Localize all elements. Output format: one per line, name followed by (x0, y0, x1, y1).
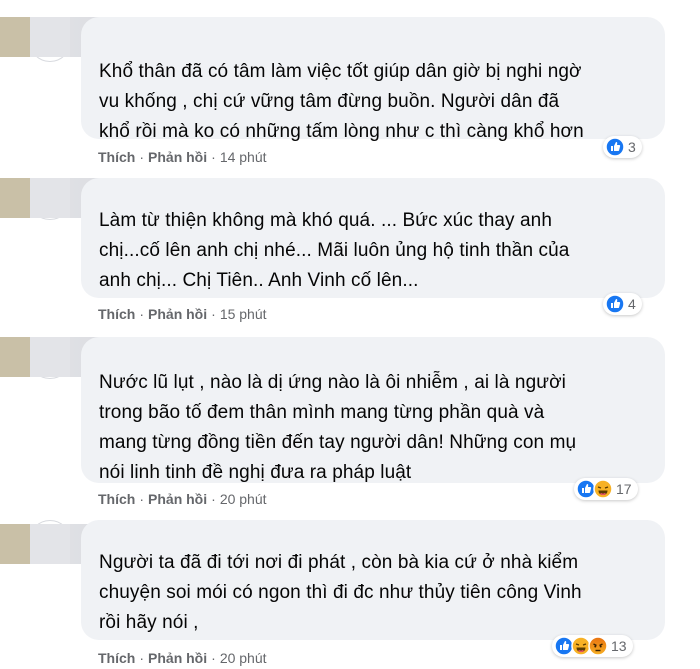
comment-actions: Thích · Phản hồi · 14 phút (98, 149, 267, 165)
comment-bubble: Nước lũ lụt , nào là dị ứng nào là ôi nh… (81, 337, 665, 483)
comment-timestamp[interactable]: 14 phút (220, 149, 267, 165)
reply-link[interactable]: Phản hồi (148, 149, 207, 165)
like-link[interactable]: Thích (98, 149, 135, 165)
reaction-count: 17 (616, 481, 632, 497)
comment-timestamp[interactable]: 20 phút (220, 491, 267, 507)
comment-text-line: Khổ thân đã có tâm làm việc tốt giúp dân… (99, 61, 582, 82)
comment-bubble: Người ta đã đi tới nơi đi phát , còn bà … (81, 520, 665, 640)
reply-link[interactable]: Phản hồi (148, 306, 207, 322)
comment-text-line: Người ta đã đi tới nơi đi phát , còn bà … (99, 552, 579, 573)
comment-actions: Thích · Phản hồi · 15 phút (98, 306, 267, 322)
reply-link[interactable]: Phản hồi (148, 491, 207, 507)
comment-text-line: anh chị... Chị Tiên.. Anh Vinh cố lên... (99, 270, 419, 291)
comment-text-line: mang từng đồng tiền đến tay người dân! N… (99, 432, 577, 453)
reaction-count: 3 (628, 139, 636, 155)
comment-text-line: trong bão tố đem thân mình mang từng phầ… (99, 402, 545, 423)
comment-text-line: vu khống , chị cứ vững tâm đừng buồn. Ng… (99, 91, 560, 112)
reaction-summary[interactable]: 17 (574, 478, 638, 500)
haha-icon (593, 479, 613, 499)
comment-text-line: rồi hãy nói , (99, 612, 199, 633)
comment-bubble: Khổ thân đã có tâm làm việc tốt giúp dân… (81, 17, 665, 142)
comment-timestamp[interactable]: 15 phút (220, 306, 267, 322)
reaction-summary[interactable]: 4 (603, 293, 642, 315)
comment-text-line: chị...cố lên anh chị nhé... Mãi luôn ủng… (99, 240, 570, 261)
reaction-count: 13 (611, 638, 627, 654)
comment-text-line: nói linh tinh đề nghị đưa ra pháp luật (99, 462, 412, 483)
reply-link[interactable]: Phản hồi (148, 650, 207, 666)
comment-bubble: Làm từ thiện không mà khó quá. ... Bức x… (81, 178, 665, 298)
comment-actions: Thích · Phản hồi · 20 phút (98, 650, 267, 666)
like-link[interactable]: Thích (98, 650, 135, 666)
comment-text-line: khổ rồi mà ko có những tấm lòng như c th… (99, 121, 584, 142)
comment-text-line: chuyện soi mói có ngon thì đi đc như thủ… (99, 582, 582, 603)
reaction-summary[interactable]: 3 (603, 136, 642, 158)
angry-icon (588, 636, 608, 656)
reaction-count: 4 (628, 296, 636, 312)
like-icon (605, 137, 625, 157)
comment-text-line: Nước lũ lụt , nào là dị ứng nào là ôi nh… (99, 372, 566, 393)
comment-timestamp[interactable]: 20 phút (220, 650, 267, 666)
like-icon (605, 294, 625, 314)
comment-actions: Thích · Phản hồi · 20 phút (98, 491, 267, 507)
reaction-summary[interactable]: 13 (552, 635, 633, 657)
like-link[interactable]: Thích (98, 491, 135, 507)
comment-text-line: Làm từ thiện không mà khó quá. ... Bức x… (99, 210, 553, 231)
like-link[interactable]: Thích (98, 306, 135, 322)
